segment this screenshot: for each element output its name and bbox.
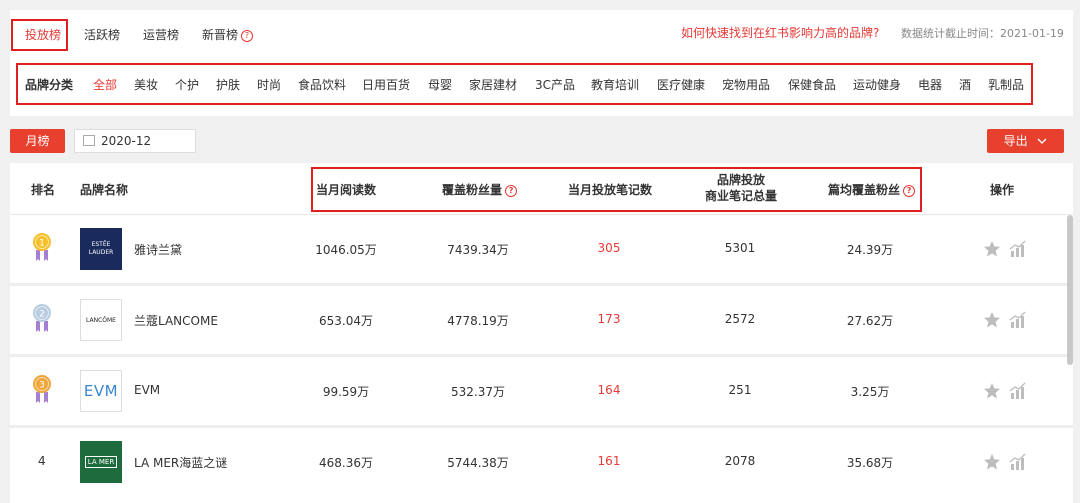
category-item[interactable]: 运动健身 [853, 76, 901, 93]
export-button[interactable]: 导出 [987, 129, 1064, 153]
brand-name[interactable]: 雅诗兰黛 [134, 241, 182, 258]
monthly-reads-cell: 1046.05万 [315, 243, 377, 257]
brand-logo[interactable]: LA MER [80, 441, 122, 483]
avg-fans-cell: 24.39万 [846, 243, 894, 257]
header-rank: 排名 [31, 183, 56, 197]
brand-logo[interactable]: EVM [80, 370, 122, 412]
brand-logo-text: ESTĒE LAUDER [88, 241, 114, 256]
star-icon[interactable] [983, 311, 1001, 329]
avg-fans-cell: 27.62万 [846, 314, 894, 328]
stat-time: 数据统计截止时间：2021-01-19 [901, 27, 1064, 40]
tab-new-label: 新晋榜 [202, 28, 239, 42]
category-item[interactable]: 教育培训 [591, 76, 639, 93]
header-total-notes-line1: 品牌投放 [716, 173, 765, 187]
notes-this-month-cell: 305 [597, 241, 621, 255]
category-item[interactable]: 护肤 [216, 76, 240, 93]
category-item[interactable]: 全部 [93, 76, 117, 93]
tab-active[interactable]: 活跃榜 [84, 26, 120, 43]
category-item[interactable]: 电器 [918, 76, 942, 93]
category-item[interactable]: 3C产品 [535, 76, 575, 93]
question-circle-icon[interactable]: ? [241, 29, 254, 42]
table-row[interactable] [10, 357, 1070, 425]
covered-fans-cell: 7439.34万 [447, 243, 509, 257]
category-item[interactable]: 时尚 [257, 76, 281, 93]
brand-name[interactable]: 兰蔻LANCOME [134, 312, 218, 329]
header-total-notes-line2: 商业笔记总量 [705, 189, 778, 203]
total-notes-cell: 2572 [724, 312, 756, 326]
export-label: 导出 [1003, 134, 1028, 148]
category-item[interactable]: 母婴 [428, 76, 452, 93]
rank-number: 4 [38, 454, 46, 468]
category-item[interactable]: 乳制品 [988, 76, 1024, 93]
tab-new[interactable]: 新晋榜? [202, 26, 254, 43]
notes-this-month-cell: 161 [597, 454, 621, 468]
bar-chart-icon[interactable] [1009, 382, 1027, 400]
notes-this-month-cell: 164 [597, 383, 621, 397]
header-monthly-reads[interactable]: 当月阅读数 [316, 181, 376, 198]
brand-logo[interactable]: ESTĒE LAUDER [80, 228, 122, 270]
category-item[interactable]: 日用百货 [362, 76, 410, 93]
monthly-rank-button[interactable]: 月榜 [10, 129, 65, 153]
monthly-reads-cell: 653.04万 [319, 314, 373, 328]
tab-operation[interactable]: 运营榜 [143, 26, 179, 43]
header-total-notes[interactable]: 品牌投放 商业笔记总量 [705, 172, 777, 204]
scrollbar[interactable] [1067, 215, 1073, 365]
avg-fans-cell: 3.25万 [850, 385, 890, 399]
rank-number: 3 [39, 381, 45, 391]
category-item[interactable]: 家居建材 [469, 76, 517, 93]
date-picker[interactable]: 2020-12 [74, 129, 196, 153]
rank-medal-icon: 1 [33, 233, 51, 261]
question-circle-icon[interactable]: ? [505, 184, 518, 197]
rank-medal-icon: 3 [33, 375, 51, 403]
header-notes-this-month[interactable]: 当月投放笔记数 [568, 181, 652, 198]
star-icon[interactable] [983, 453, 1001, 471]
question-circle-icon[interactable]: ? [903, 184, 916, 197]
bar-chart-icon[interactable] [1009, 240, 1027, 258]
chevron-down-icon [1037, 138, 1047, 144]
brand-logo-text: LANCÔME [86, 316, 116, 324]
promo-link[interactable]: 如何快速找到在红书影响力高的品牌? [681, 24, 879, 41]
rank-number: 1 [39, 239, 45, 249]
category-item[interactable]: 宠物用品 [722, 76, 770, 93]
rank-medal-icon: 2 [33, 304, 51, 332]
notes-this-month-cell: 173 [597, 312, 621, 326]
star-icon[interactable] [983, 240, 1001, 258]
star-icon[interactable] [983, 382, 1001, 400]
category-item[interactable]: 保健食品 [788, 76, 836, 93]
header-action: 操作 [990, 183, 1015, 197]
brand-logo-text: LA MER [84, 456, 118, 468]
monthly-reads-cell: 99.59万 [322, 385, 370, 399]
category-item[interactable]: 美妆 [134, 76, 158, 93]
tab-delivery[interactable]: 投放榜 [25, 26, 61, 43]
avg-fans-cell: 35.68万 [846, 456, 894, 470]
bar-chart-icon[interactable] [1009, 311, 1027, 329]
rank-number: 2 [39, 310, 45, 320]
brand-logo-text: EVM [83, 382, 119, 400]
total-notes-cell: 5301 [724, 241, 756, 255]
calendar-icon [83, 135, 95, 146]
category-item[interactable]: 食品饮料 [298, 76, 346, 93]
header-brand: 品牌名称 [80, 183, 129, 197]
monthly-reads-cell: 468.36万 [319, 456, 373, 470]
header-avg-fans[interactable]: 篇均覆盖粉丝? [828, 181, 916, 198]
covered-fans-cell: 4778.19万 [447, 314, 509, 328]
category-item[interactable]: 个护 [175, 76, 199, 93]
brand-name[interactable]: EVM [134, 383, 160, 397]
brand-name[interactable]: LA MER海蓝之谜 [134, 454, 227, 471]
total-notes-cell: 251 [728, 383, 752, 397]
category-item[interactable]: 酒 [959, 76, 971, 93]
bar-chart-icon[interactable] [1009, 453, 1027, 471]
total-notes-cell: 2078 [724, 454, 756, 468]
category-item[interactable]: 医疗健康 [657, 76, 705, 93]
covered-fans-cell: 532.37万 [451, 385, 505, 399]
covered-fans-cell: 5744.38万 [447, 456, 509, 470]
category-label: 品牌分类 [25, 78, 74, 92]
header-avg-fans-label: 篇均覆盖粉丝 [828, 183, 901, 197]
brand-logo[interactable]: LANCÔME [80, 299, 122, 341]
header-covered-fans[interactable]: 覆盖粉丝量? [442, 181, 518, 198]
date-value: 2020-12 [101, 134, 152, 148]
header-covered-fans-label: 覆盖粉丝量 [442, 183, 503, 197]
